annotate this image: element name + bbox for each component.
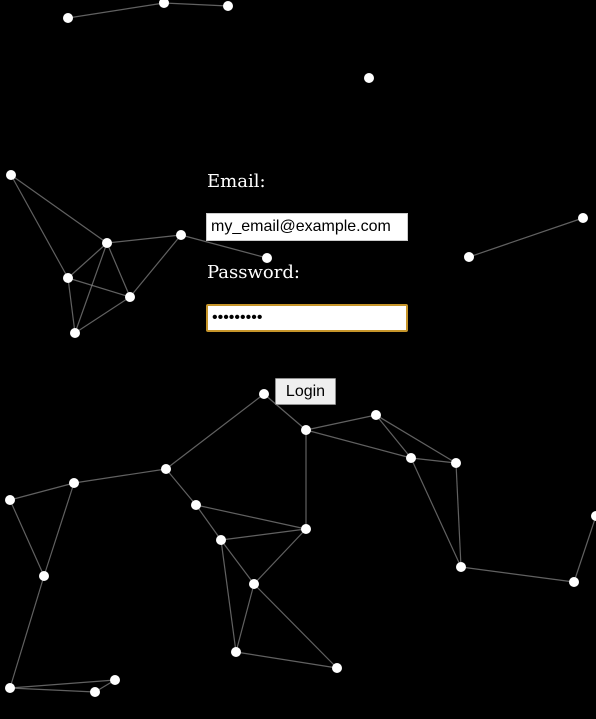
password-label: Password: <box>207 262 300 283</box>
network-background <box>5 0 596 697</box>
network-edge <box>220 528 307 541</box>
network-edge <box>9 575 45 689</box>
network-node <box>249 579 259 589</box>
network-edge <box>74 296 131 334</box>
network-edge <box>106 234 182 244</box>
network-edge <box>410 457 462 568</box>
network-node <box>406 453 416 463</box>
network-node <box>5 683 15 693</box>
network-edge <box>253 583 338 669</box>
network-node <box>569 577 579 587</box>
network-edge <box>455 462 462 568</box>
network-node <box>216 535 226 545</box>
network-node <box>332 663 342 673</box>
network-edge <box>67 277 76 334</box>
network-edge <box>67 2 165 19</box>
network-edge <box>235 651 338 669</box>
network-node <box>5 495 15 505</box>
network-edge <box>10 174 108 244</box>
network-edge <box>43 482 75 577</box>
network-edge <box>375 414 412 459</box>
network-node <box>591 511 596 521</box>
network-node <box>223 1 233 11</box>
network-node <box>259 389 269 399</box>
email-label: Email: <box>207 171 266 192</box>
network-node <box>451 458 461 468</box>
password-field[interactable] <box>206 304 408 332</box>
network-edge <box>165 468 197 506</box>
network-node <box>176 230 186 240</box>
network-edge <box>165 393 265 470</box>
network-node <box>125 292 135 302</box>
network-edge <box>10 174 69 279</box>
network-node <box>110 675 120 685</box>
network-edge <box>375 414 457 464</box>
network-node <box>301 524 311 534</box>
network-edge <box>106 242 131 298</box>
network-node <box>371 410 381 420</box>
network-node <box>63 273 73 283</box>
network-node <box>578 213 588 223</box>
network-node <box>456 562 466 572</box>
network-edge <box>468 217 584 258</box>
network-edge <box>235 583 255 653</box>
network-node <box>63 13 73 23</box>
network-node <box>161 464 171 474</box>
network-edge <box>460 566 575 583</box>
network-edge <box>195 504 307 530</box>
network-node <box>464 252 474 262</box>
network-edge <box>9 687 96 693</box>
network-node <box>102 238 112 248</box>
network-edge <box>9 499 45 577</box>
network-edge <box>253 528 307 585</box>
network-edge <box>9 679 116 689</box>
network-node <box>6 170 16 180</box>
network-node <box>364 73 374 83</box>
network-node <box>39 571 49 581</box>
network-edge <box>305 429 412 459</box>
network-node <box>69 478 79 488</box>
network-node <box>191 500 201 510</box>
network-edge <box>67 277 131 298</box>
network-node <box>231 647 241 657</box>
network-edge <box>73 468 167 484</box>
network-node <box>90 687 100 697</box>
network-node <box>70 328 80 338</box>
network-edge <box>573 515 596 583</box>
network-edge <box>129 234 182 298</box>
login-button[interactable]: Login <box>275 378 336 405</box>
network-edge <box>163 2 229 7</box>
network-node <box>159 0 169 8</box>
network-edge <box>9 482 75 501</box>
network-edge <box>305 414 377 431</box>
network-node <box>301 425 311 435</box>
email-field[interactable] <box>206 213 408 241</box>
